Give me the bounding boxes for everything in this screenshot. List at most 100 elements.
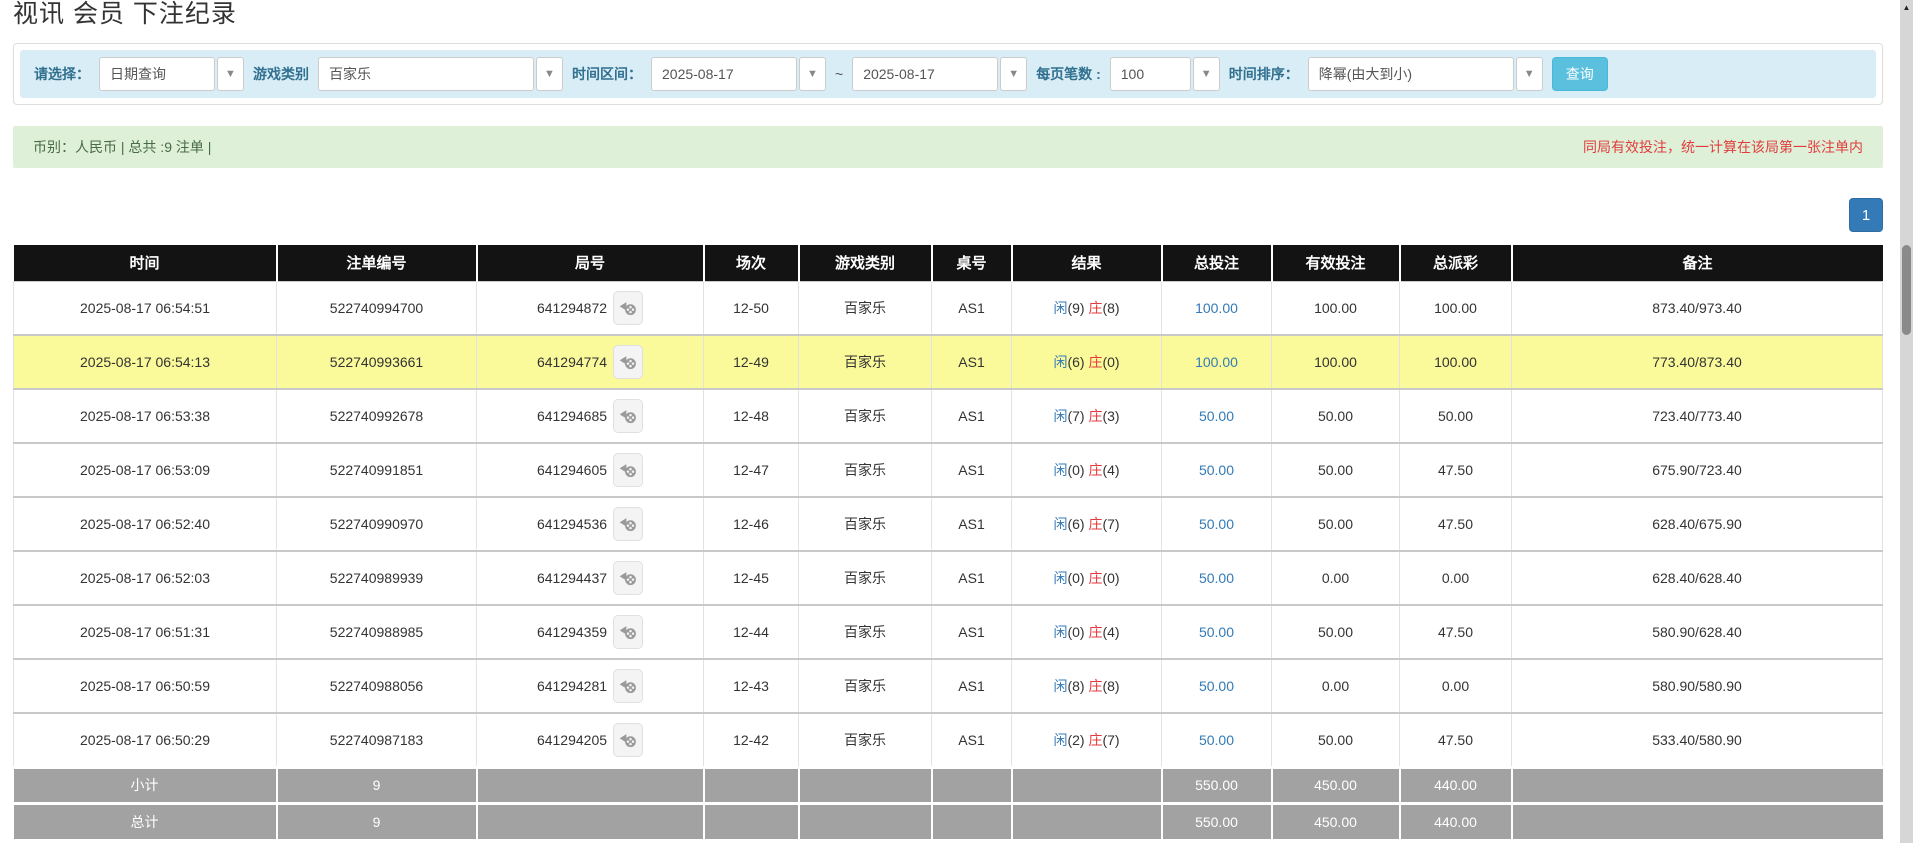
query-type-select[interactable]: 日期查询 ▼ [99,57,244,91]
cell-time: 2025-08-17 06:54:13 [14,335,277,389]
video-replay-icon[interactable] [613,723,643,757]
cell-game-type: 百家乐 [799,713,932,767]
cell-payout: 0.00 [1400,659,1512,713]
total-bet-link[interactable]: 100.00 [1195,300,1238,316]
video-replay-icon[interactable] [613,507,643,541]
footer-payout: 440.00 [1400,767,1512,803]
footer-empty-cell [704,803,799,839]
cell-total-bet: 50.00 [1162,659,1272,713]
total-bet-link[interactable]: 50.00 [1199,516,1234,532]
cell-game-type: 百家乐 [799,443,932,497]
cell-total-bet: 100.00 [1162,335,1272,389]
video-replay-icon[interactable] [613,453,643,487]
cell-payout: 50.00 [1400,389,1512,443]
cell-valid-bet: 50.00 [1272,605,1400,659]
date-to-value: 2025-08-17 [852,57,998,91]
bet-records-table: 时间注单编号局号场次游戏类别桌号结果总投注有效投注总派彩备注 2025-08-1… [13,245,1883,839]
cell-valid-bet: 100.00 [1272,281,1400,335]
page-title: 视讯 会员 下注纪录 [13,0,1883,30]
scrollbar[interactable]: ▲ [1900,0,1913,843]
cell-bet-id: 522740991851 [277,443,477,497]
column-header: 桌号 [932,245,1012,281]
cell-valid-bet: 50.00 [1272,389,1400,443]
result-banker-points: (0) [1102,354,1119,370]
date-from-value: 2025-08-17 [651,57,797,91]
footer-valid-bet: 450.00 [1272,767,1400,803]
chevron-down-icon[interactable]: ▼ [536,57,563,91]
scrollbar-thumb[interactable] [1902,245,1911,335]
result-banker: 庄 [1088,354,1102,370]
cell-total-bet: 50.00 [1162,713,1272,767]
video-replay-icon[interactable] [613,669,643,703]
result-banker-points: (4) [1102,462,1119,478]
cell-valid-bet: 50.00 [1272,713,1400,767]
round-id: 641294605 [537,462,607,478]
result-banker-points: (7) [1102,516,1119,532]
date-to-select[interactable]: 2025-08-17 ▼ [852,57,1027,91]
video-replay-icon[interactable] [613,345,643,379]
cell-result: 闲(0) 庄(4) [1012,605,1162,659]
total-bet-link[interactable]: 50.00 [1199,732,1234,748]
column-header: 有效投注 [1272,245,1400,281]
cell-valid-bet: 100.00 [1272,335,1400,389]
total-row: 总计9550.00450.00440.00 [14,803,1883,839]
page-size-select[interactable]: 100 ▼ [1110,57,1220,91]
result-player: 闲 [1053,408,1067,424]
footer-label: 总计 [14,803,277,839]
result-banker: 庄 [1088,624,1102,640]
cell-note: 873.40/973.40 [1512,281,1883,335]
main-content: 视讯 会员 下注纪录 请选择： 日期查询 ▼ 游戏类别 百家乐 ▼ 时间区间： … [13,0,1883,839]
cell-total-bet: 50.00 [1162,497,1272,551]
total-bet-link[interactable]: 50.00 [1199,462,1234,478]
cell-time: 2025-08-17 06:50:29 [14,713,277,767]
cell-total-bet: 100.00 [1162,281,1272,335]
total-bet-link[interactable]: 50.00 [1199,678,1234,694]
cell-round: 641294605 [477,443,704,497]
result-player: 闲 [1053,354,1067,370]
game-type-label: 游戏类别 [253,64,309,84]
footer-label: 小计 [14,767,277,803]
footer-count: 9 [277,767,477,803]
footer-empty-cell [1012,767,1162,803]
footer-payout: 440.00 [1400,803,1512,839]
footer-count: 9 [277,803,477,839]
result-player-points: (0) [1067,462,1088,478]
cell-game-type: 百家乐 [799,389,932,443]
chevron-down-icon[interactable]: ▼ [1000,57,1027,91]
video-replay-icon[interactable] [613,615,643,649]
result-banker: 庄 [1088,516,1102,532]
page-1-button[interactable]: 1 [1849,198,1883,232]
date-from-select[interactable]: 2025-08-17 ▼ [651,57,826,91]
result-banker: 庄 [1088,300,1102,316]
cell-bet-id: 522740988056 [277,659,477,713]
chevron-down-icon[interactable]: ▼ [1193,57,1220,91]
footer-empty-cell [1012,803,1162,839]
game-type-select[interactable]: 百家乐 ▼ [318,57,563,91]
total-bet-link[interactable]: 50.00 [1199,570,1234,586]
chevron-down-icon[interactable]: ▼ [1516,57,1543,91]
table-row: 2025-08-17 06:52:40522740990970641294536… [14,497,1883,551]
cell-session: 12-50 [704,281,799,335]
cell-time: 2025-08-17 06:53:38 [14,389,277,443]
chevron-down-icon[interactable]: ▼ [799,57,826,91]
cell-round: 641294774 [477,335,704,389]
summary-bar: 币别：人民币 | 总共 :9 注单 | 同局有效投注，统一计算在该局第一张注单内 [13,126,1883,168]
cell-payout: 100.00 [1400,281,1512,335]
search-button[interactable]: 查询 [1552,57,1608,91]
cell-payout: 47.50 [1400,605,1512,659]
cell-bet-id: 522740993661 [277,335,477,389]
total-bet-link[interactable]: 50.00 [1199,624,1234,640]
result-player: 闲 [1053,732,1067,748]
footer-empty-cell [932,803,1012,839]
video-replay-icon[interactable] [613,399,643,433]
total-bet-link[interactable]: 50.00 [1199,408,1234,424]
total-bet-link[interactable]: 100.00 [1195,354,1238,370]
video-replay-icon[interactable] [613,291,643,325]
video-replay-icon[interactable] [613,561,643,595]
cell-table-no: AS1 [932,497,1012,551]
cell-result: 闲(8) 庄(8) [1012,659,1162,713]
round-id: 641294872 [537,300,607,316]
chevron-down-icon[interactable]: ▼ [217,57,244,91]
sort-order-select[interactable]: 降幂(由大到小) ▼ [1308,57,1543,91]
scroll-up-icon[interactable]: ▲ [1900,1,1913,13]
